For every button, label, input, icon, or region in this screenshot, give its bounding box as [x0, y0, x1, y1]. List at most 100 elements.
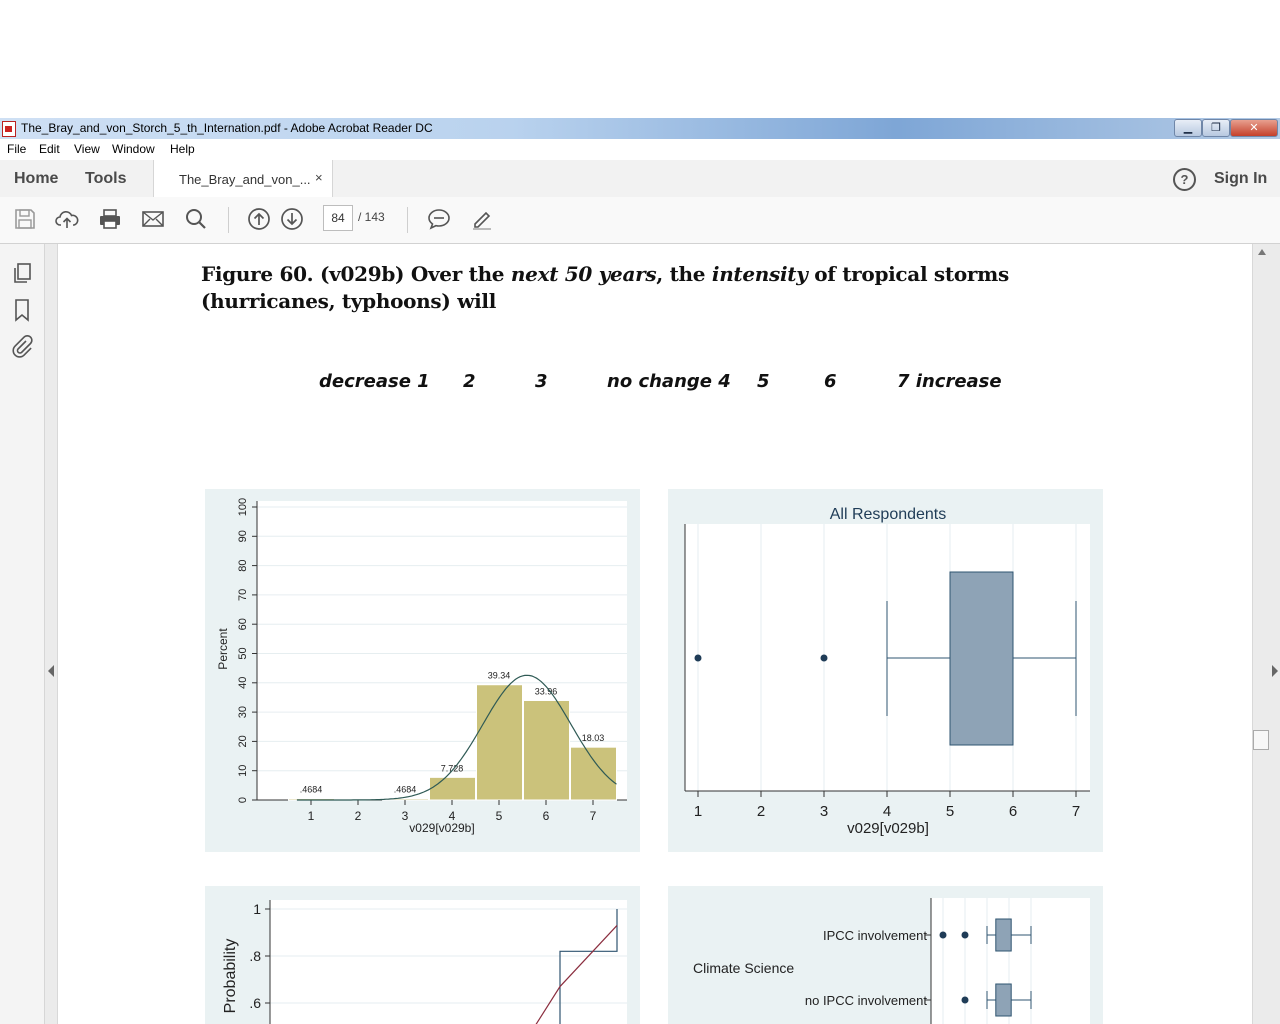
x-tick-label: 7	[1072, 803, 1080, 820]
save-icon[interactable]	[13, 207, 37, 231]
x-axis-label: v029[v029b]	[847, 820, 929, 837]
menu-edit[interactable]: Edit	[39, 142, 60, 156]
left-navigation-pane	[0, 244, 45, 1024]
figure-title-part: (v029b) Over the	[320, 262, 511, 286]
probability-panel: 1 .8 .6 Probability	[205, 886, 640, 1024]
figure-title-part: next 50 years	[510, 262, 657, 286]
menu-file[interactable]: File	[7, 142, 26, 156]
row-label: no IPCC involvement	[805, 993, 927, 1008]
window-title: The_Bray_and_von_Storch_5_th_Internation…	[21, 121, 433, 135]
sign-pen-icon[interactable]	[470, 207, 494, 231]
scale-label-6: 6	[824, 371, 837, 392]
minimize-button[interactable]: ▁	[1174, 119, 1202, 137]
bookmark-icon[interactable]	[11, 298, 33, 322]
figure-title-part: intensity	[711, 262, 808, 286]
y-tick-label: 0	[237, 797, 249, 803]
histogram-panel: 0 10 20 30 40 50 60 70 80 90 100 Percent .4684 .4684 7…	[205, 489, 640, 852]
tab-home[interactable]: Home	[14, 170, 58, 188]
sign-in-link[interactable]: Sign In	[1214, 170, 1267, 188]
cloud-upload-icon[interactable]	[55, 207, 79, 231]
page-total: / 143	[358, 210, 385, 224]
bar-data-label: .4684	[394, 785, 417, 795]
menu-view[interactable]: View	[74, 142, 100, 156]
collapse-left-icon[interactable]	[47, 664, 55, 678]
boxplot-panel: All Respondents 1 2 3 4 5 6 7 v029[v029b]	[668, 489, 1103, 852]
search-icon[interactable]	[184, 207, 208, 231]
bar-data-label: .4684	[300, 785, 323, 795]
x-tick-label: 6	[543, 809, 550, 823]
outlier-point	[820, 654, 828, 662]
document-page: Figure 60. (v029b) Over the next 50 year…	[58, 244, 1251, 1024]
x-tick-label: 1	[694, 803, 702, 820]
restore-button[interactable]: ❐	[1202, 119, 1230, 137]
help-icon[interactable]: ?	[1173, 168, 1196, 191]
x-tick-label: 5	[946, 803, 954, 820]
y-tick-label: 30	[237, 706, 249, 718]
box-iqr	[949, 571, 1014, 746]
close-window-button[interactable]: ✕	[1230, 119, 1278, 137]
y-tick-label: 90	[237, 530, 249, 542]
tab-close-icon[interactable]: ×	[315, 170, 323, 185]
scale-label-1: decrease 1	[319, 371, 430, 392]
figure-label: Figure 60.	[201, 262, 314, 286]
y-tick-label: .8	[249, 948, 261, 964]
tab-document[interactable]: The_Bray_and_von_... ×	[153, 160, 333, 197]
outlier-point	[694, 654, 702, 662]
figure-title-part: , the	[656, 262, 712, 286]
scale-label-4: no change 4	[607, 371, 731, 392]
x-tick-label: 6	[1009, 803, 1017, 820]
x-tick-label: 7	[590, 809, 597, 823]
page-down-icon[interactable]	[280, 207, 304, 231]
box-iqr	[995, 983, 1012, 1017]
outlier-point	[961, 931, 969, 939]
bar-data-label: 18.03	[582, 733, 605, 743]
outlier-point	[939, 931, 947, 939]
page-number-input[interactable]: 84	[323, 205, 353, 231]
comment-icon[interactable]	[427, 207, 451, 231]
x-tick-label: 3	[402, 809, 409, 823]
y-tick-label: 40	[237, 677, 249, 689]
scale-label-5: 5	[757, 371, 770, 392]
print-icon[interactable]	[98, 207, 122, 231]
boxplot-chart: All Respondents 1 2 3 4 5 6 7 v029[v029b]	[684, 506, 1090, 837]
expand-right-icon[interactable]	[1271, 664, 1279, 678]
y-tick-label: 20	[237, 735, 249, 747]
tab-tools[interactable]: Tools	[85, 170, 126, 188]
y-tick-label: 70	[237, 589, 249, 601]
tab-bar: Home Tools The_Bray_and_von_... × ? Sign…	[0, 160, 1280, 198]
pages-icon[interactable]	[11, 262, 33, 284]
y-axis-label: Probability	[222, 939, 239, 1014]
scale-label-2: 2	[463, 371, 476, 392]
toolbar-separator	[228, 207, 229, 233]
acrobat-app-icon	[2, 121, 16, 137]
chart-title: All Respondents	[830, 506, 947, 523]
left-pane-toggle[interactable]	[45, 244, 58, 1024]
y-tick-label: 1	[253, 901, 261, 917]
scroll-up-icon[interactable]	[1257, 248, 1267, 256]
group-label: Climate Science	[693, 960, 794, 976]
x-tick-label: 3	[820, 803, 828, 820]
menu-bar: File Edit View Window Help	[0, 139, 1280, 161]
x-tick-label: 4	[883, 803, 891, 820]
page-up-icon[interactable]	[247, 207, 271, 231]
scrollbar-thumb[interactable]	[1253, 730, 1269, 750]
y-tick-label: 60	[237, 618, 249, 630]
group-boxplot-panel: Climate Science IPCC involvement no IPCC i…	[668, 886, 1103, 1024]
scale-label-3: 3	[535, 371, 548, 392]
scale-label-7: 7 increase	[897, 371, 1002, 392]
figure-title: Figure 60. (v029b) Over the next 50 year…	[201, 261, 1101, 315]
group-boxplot-chart: Climate Science IPCC involvement no IPCC i…	[693, 898, 1090, 1024]
toolbar: 84 / 143	[0, 197, 1280, 244]
menu-help[interactable]: Help	[170, 142, 195, 156]
attachment-icon[interactable]	[11, 334, 33, 358]
right-pane-gutter	[1252, 244, 1280, 1024]
bar-data-label: 7.728	[441, 763, 464, 773]
y-tick-label: 10	[237, 765, 249, 777]
histogram-chart: 0 10 20 30 40 50 60 70 80 90 100 Percent .4684 .4684 7…	[216, 498, 627, 835]
email-icon[interactable]	[141, 207, 165, 231]
plot-area	[270, 900, 627, 1024]
outlier-point	[961, 996, 969, 1004]
menu-window[interactable]: Window	[112, 142, 155, 156]
y-tick-label: 100	[237, 498, 249, 516]
y-axis-label: Percent	[216, 628, 230, 670]
